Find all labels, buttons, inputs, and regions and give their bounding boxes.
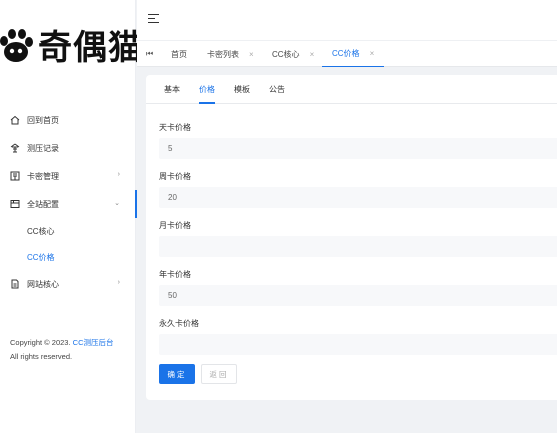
chevron-right-icon: › [117, 279, 120, 286]
copyright-text: Copyright © 2023. [10, 338, 73, 347]
copyright-link[interactable]: CC测压后台 [73, 338, 114, 347]
tab-home[interactable]: 首页 [171, 41, 187, 67]
copyright-rights: All rights reserved. [10, 352, 73, 361]
day-card-price-input[interactable]: 5 [159, 138, 557, 159]
record-icon [10, 143, 20, 153]
tabs-bar: ⏮ 首页 卡密列表 × CC核心 × CC价格 × [137, 40, 557, 67]
logo-text: 奇偶猫 [38, 28, 143, 68]
card-manage-icon [10, 171, 20, 181]
year-card-price-input[interactable]: 50 [159, 285, 557, 306]
sidebar-item-label: 卡密管理 [27, 171, 59, 181]
week-card-price-label: 周卡价格 [159, 172, 191, 181]
sidebar-item-label: 回到首页 [27, 115, 59, 125]
config-icon [10, 199, 20, 209]
settings-subtabs: 基本 价格 模板 公告 [146, 75, 557, 104]
sidebar-item-card-manage[interactable]: 卡密管理 › [0, 162, 136, 190]
sidebar-subitem-cc-price[interactable]: CC价格 [0, 244, 136, 270]
tab-label: CC核心 [272, 49, 300, 59]
month-card-price-input[interactable] [159, 236, 557, 257]
home-icon [10, 115, 20, 125]
active-indicator [135, 190, 137, 218]
sidebar-item-site-core[interactable]: 网站核心 › [0, 270, 136, 298]
tab-label: CC价格 [332, 49, 360, 58]
sidebar-item-records[interactable]: 测压记录 [0, 134, 136, 162]
day-card-price-label: 天卡价格 [159, 123, 191, 132]
sidebar-menu: 回到首页 测压记录 卡密管理 › 全站配置 ⌄ CC核心 CC价格 网站核心 › [0, 106, 137, 298]
subtab-notice[interactable]: 公告 [269, 75, 285, 104]
sidebar-item-site-config[interactable]: 全站配置 ⌄ [0, 190, 137, 218]
copyright: Copyright © 2023. CC测压后台 All rights rese… [10, 336, 114, 364]
subtab-price[interactable]: 价格 [199, 75, 215, 104]
sidebar-subitem-label: CC核心 [27, 226, 55, 236]
sidebar-subitem-label: CC价格 [27, 252, 55, 262]
tab-label: 卡密列表 [207, 49, 239, 59]
close-icon[interactable]: × [249, 50, 254, 59]
tab-label: 首页 [171, 49, 187, 59]
confirm-button[interactable]: 确定 [159, 364, 195, 384]
top-header [137, 0, 557, 40]
subtab-template[interactable]: 模板 [234, 75, 250, 104]
tab-cc-core[interactable]: CC核心 × [272, 41, 314, 67]
settings-card: 基本 价格 模板 公告 天卡价格 5 周卡价格 20 月卡价格 年卡价格 50 … [146, 75, 557, 400]
subtab-basic[interactable]: 基本 [164, 75, 180, 104]
close-icon[interactable]: × [370, 49, 375, 58]
back-button[interactable]: 返回 [201, 364, 237, 384]
year-card-price-label: 年卡价格 [159, 270, 191, 279]
sidebar: 奇偶猫 回到首页 测压记录 卡密管理 › 全站配置 ⌄ CC核心 CC价格 网站… [0, 0, 142, 433]
week-card-price-input[interactable]: 20 [159, 187, 557, 208]
sidebar-subitem-cc-core[interactable]: CC核心 [0, 218, 136, 244]
paw-logo-icon [0, 29, 33, 62]
sidebar-item-label: 测压记录 [27, 143, 59, 153]
tabs-first-icon[interactable]: ⏮ [146, 49, 153, 59]
sidebar-item-label: 网站核心 [27, 279, 59, 289]
month-card-price-label: 月卡价格 [159, 221, 191, 230]
tab-cc-price[interactable]: CC价格 × [322, 41, 385, 67]
permanent-card-price-input[interactable] [159, 334, 557, 355]
tab-card-list[interactable]: 卡密列表 × [207, 41, 254, 67]
doc-icon [10, 279, 20, 289]
chevron-right-icon: › [117, 171, 120, 178]
close-icon[interactable]: × [310, 50, 315, 59]
permanent-card-price-label: 永久卡价格 [159, 319, 199, 328]
logo[interactable]: 奇偶猫 [0, 22, 142, 74]
sidebar-item-label: 全站配置 [27, 199, 59, 209]
chevron-down-icon: ⌄ [114, 200, 120, 207]
sidebar-item-home[interactable]: 回到首页 [0, 106, 136, 134]
menu-toggle-icon[interactable] [148, 14, 159, 24]
